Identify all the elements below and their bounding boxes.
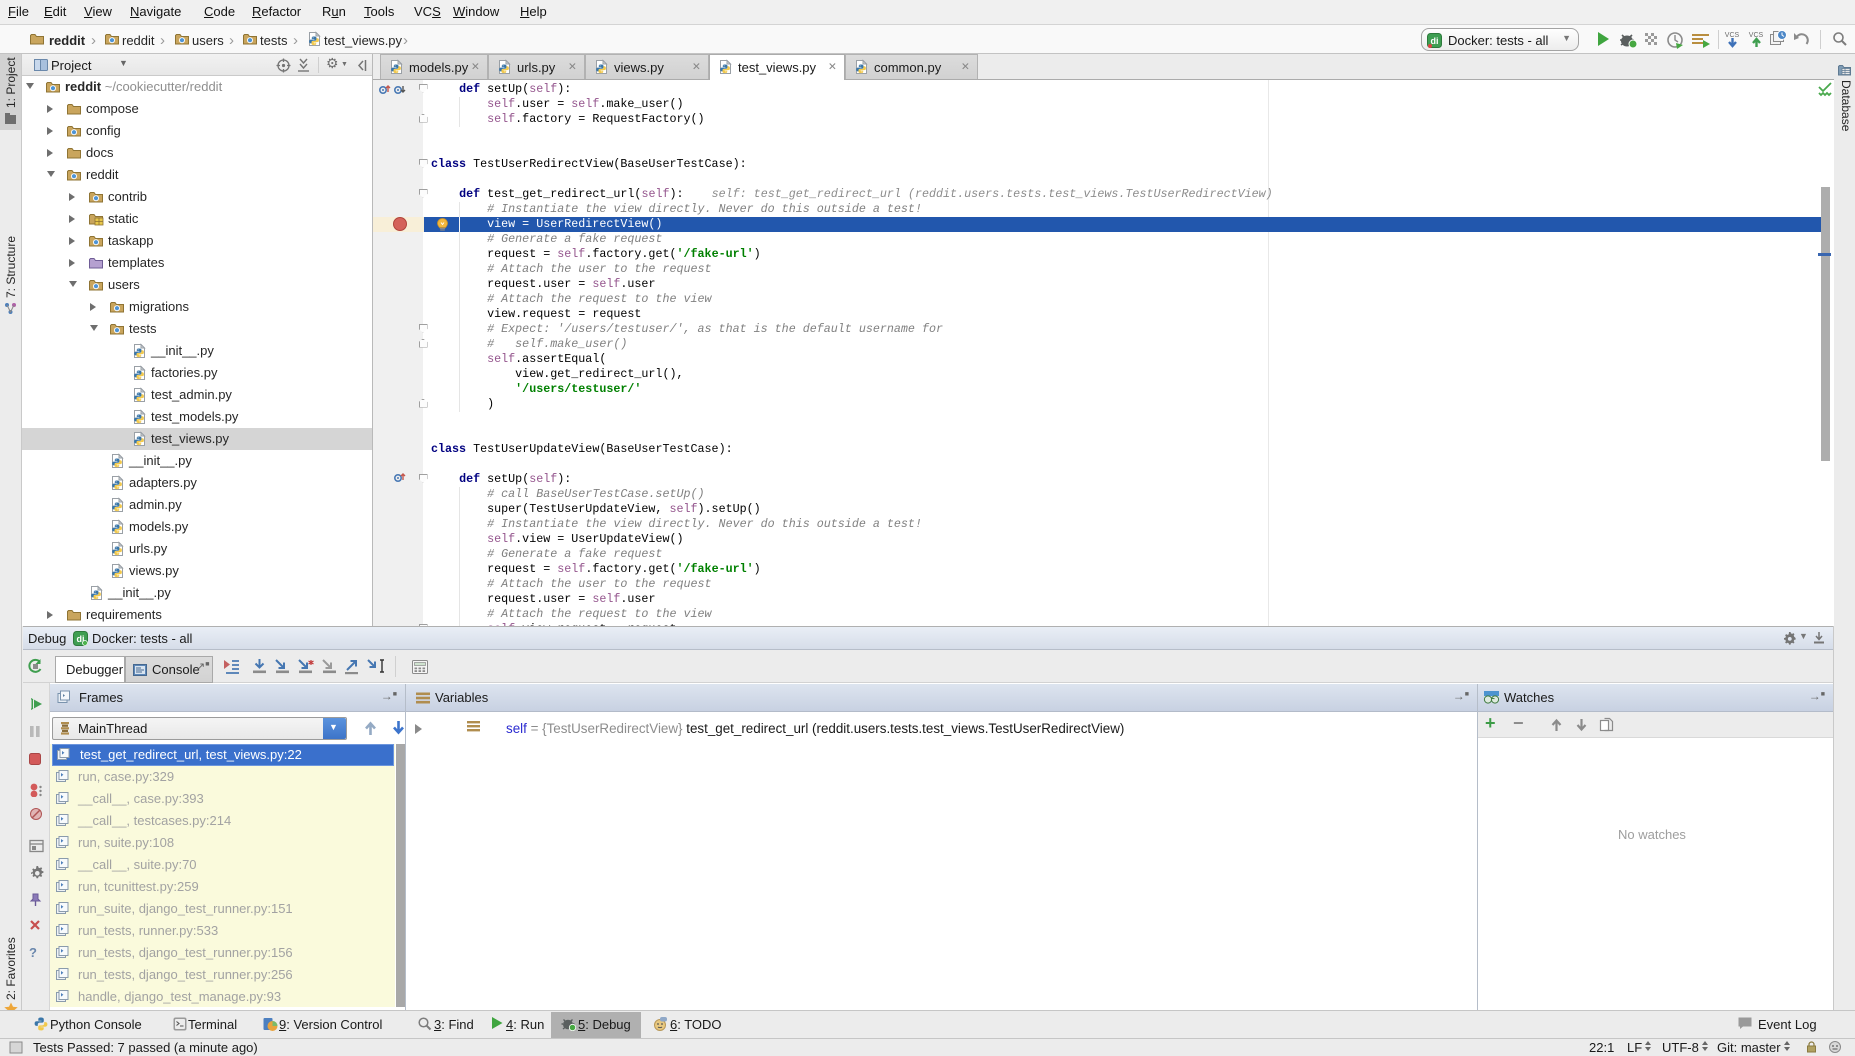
svg-text:di: di (1431, 36, 1439, 46)
svg-text:VCS: VCS (1725, 32, 1740, 39)
